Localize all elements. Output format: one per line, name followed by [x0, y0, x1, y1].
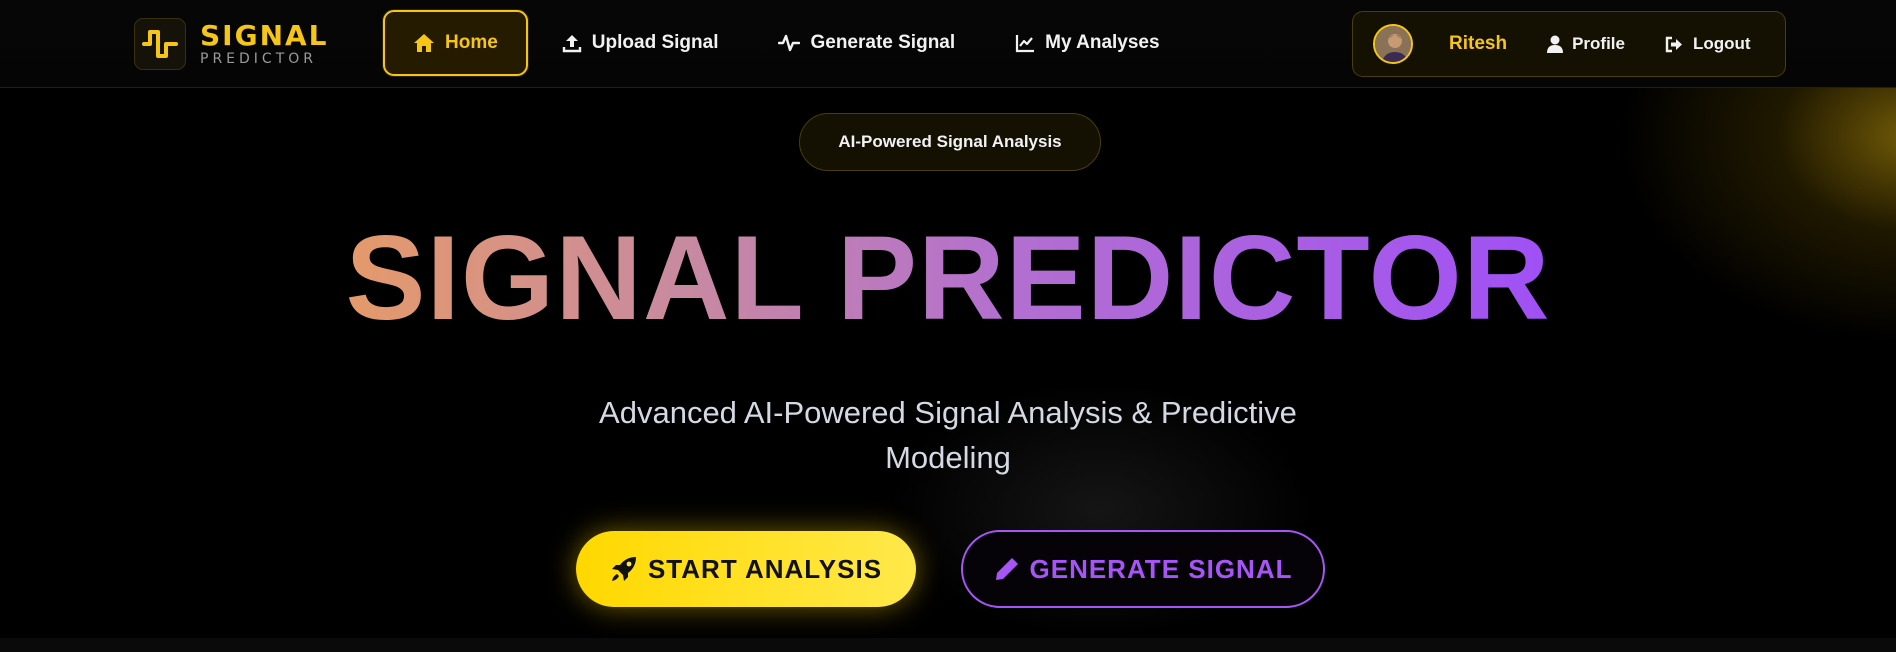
profile-link[interactable]: Profile: [1547, 34, 1625, 54]
logo-title: SIGNAL: [200, 19, 329, 52]
logo-subtitle: PREDICTOR: [200, 51, 317, 67]
profile-label: Profile: [1572, 34, 1625, 53]
hero-badge: AI-Powered Signal Analysis: [799, 113, 1101, 171]
rocket-icon: [610, 555, 638, 583]
user-name[interactable]: Ritesh: [1449, 33, 1507, 55]
nav-item-generate-signal[interactable]: Generate Signal: [748, 10, 985, 76]
app-logo[interactable]: SIGNAL PREDICTOR: [134, 18, 334, 70]
nav-item-label: Upload Signal: [591, 32, 719, 53]
home-icon: [413, 33, 435, 53]
logout-label: Logout: [1692, 34, 1751, 53]
nav-item-label: Home: [445, 32, 498, 53]
generate-signal-button[interactable]: GENERATE SIGNAL: [961, 530, 1325, 608]
hero-subtitle: Advanced AI-Powered Signal Analysis & Pr…: [548, 390, 1348, 480]
bottom-band: [0, 638, 1896, 652]
nav-item-my-analyses[interactable]: My Analyses: [985, 10, 1189, 76]
start-analysis-button[interactable]: START ANALYSIS: [576, 531, 916, 607]
generate-signal-label: GENERATE SIGNAL: [1029, 553, 1293, 584]
hero-subtitle-line1: Advanced AI-Powered Signal Analysis & Pr…: [599, 395, 1297, 430]
avatar[interactable]: [1373, 24, 1413, 64]
main-nav: Home Upload Signal Generate Signal My An…: [383, 10, 1190, 76]
logo-text: SIGNAL PREDICTOR: [200, 19, 329, 67]
user-icon: [1547, 35, 1564, 53]
nav-item-home[interactable]: Home: [383, 10, 528, 76]
nav-item-label: My Analyses: [1045, 32, 1160, 53]
nav-item-label: Generate Signal: [810, 32, 956, 53]
signal-logo-icon: [134, 18, 186, 70]
upload-icon: [562, 33, 582, 53]
hero-title-text: SIGNAL PREDICTOR: [345, 211, 1551, 345]
top-navbar: SIGNAL PREDICTOR Home Upload Signal Gene…: [0, 0, 1896, 88]
logout-link[interactable]: Logout: [1665, 34, 1751, 54]
start-analysis-label: START ANALYSIS: [647, 553, 883, 584]
line-chart-icon: [1015, 33, 1035, 53]
nav-item-upload-signal[interactable]: Upload Signal: [528, 10, 749, 76]
pencil-icon: [994, 556, 1020, 582]
page: SIGNAL PREDICTOR Home Upload Signal Gene…: [0, 0, 1896, 652]
user-menu: Ritesh Profile Logout: [1352, 11, 1786, 77]
logout-icon: [1665, 36, 1684, 53]
hero-title: SIGNAL PREDICTOR: [0, 208, 1896, 348]
signal-wave-icon: [778, 33, 801, 53]
hero-subtitle-line2: Modeling: [885, 440, 1011, 475]
